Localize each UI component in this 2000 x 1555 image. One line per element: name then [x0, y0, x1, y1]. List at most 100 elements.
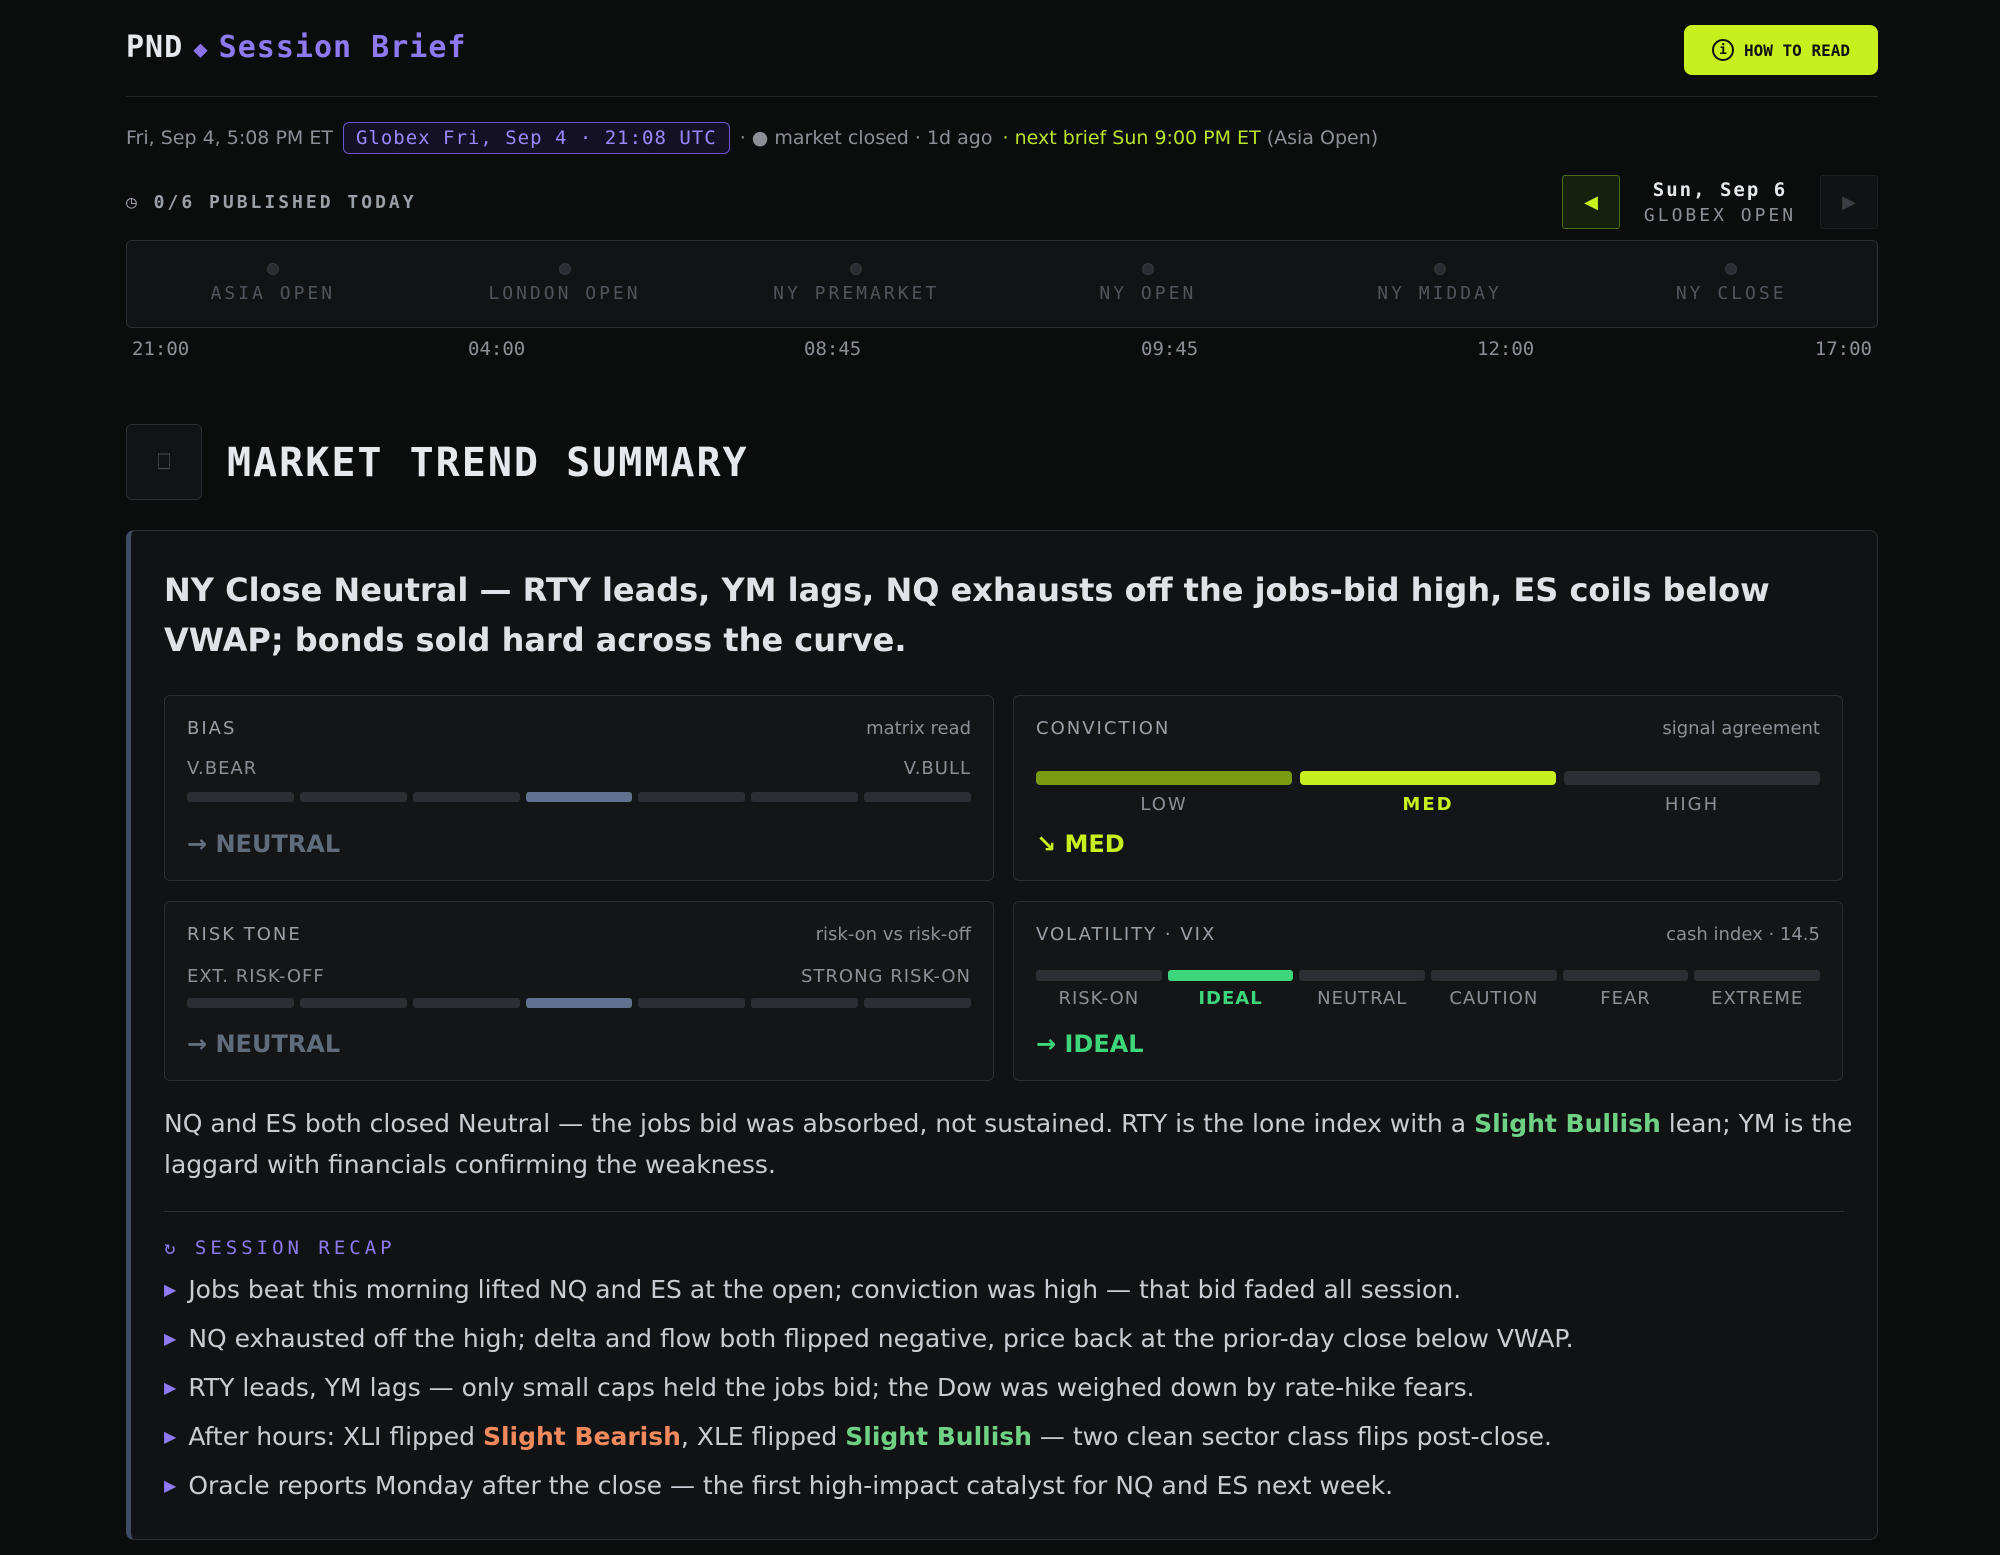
recap-bullet: ▶ Oracle reports Monday after the close —…: [164, 1471, 1394, 1500]
conviction-value: ↘ MED: [1036, 830, 1125, 858]
risk-left-label: EXT. RISK-OFF: [187, 966, 325, 987]
how-to-read-button[interactable]: i HOW TO READ: [1684, 25, 1878, 75]
conviction-scale: [1036, 771, 1820, 785]
session-navigator: ◀ Sun, Sep 6 GLOBEX OPEN ▶: [1562, 175, 1878, 229]
risk-right-label: STRONG RISK-ON: [800, 966, 971, 987]
vix-label: VOLATILITY · VIX: [1036, 924, 1217, 945]
vix-segment: [1694, 970, 1821, 981]
timeline-step[interactable]: NY CLOSE: [1585, 241, 1877, 327]
scale-segment: [751, 792, 859, 802]
arrow-right-icon: →: [1036, 1030, 1057, 1058]
bias-panel: BIAS matrix read V.BEAR V.BULL → NEUTRAL: [164, 695, 994, 881]
status-dot-icon: [1725, 263, 1738, 275]
risk-tone-panel: RISK TONE risk-on vs risk-off EXT. RISK-…: [164, 901, 994, 1081]
nav-current: Sun, Sep 6 GLOBEX OPEN: [1620, 179, 1820, 226]
scale-segment: [299, 792, 407, 802]
status-dot-icon: [558, 263, 571, 275]
conviction-segment-med: [1300, 771, 1556, 785]
section-title: MARKET TREND SUMMARY: [227, 440, 749, 486]
scale-segment: [864, 998, 972, 1008]
vix-level: CAUTION: [1449, 988, 1539, 1009]
recap-bullet: ▶ NQ exhausted off the high; delta and fl…: [164, 1324, 1574, 1353]
conviction-level-active: MED: [1402, 794, 1454, 815]
chevron-right-icon[interactable]: ▶: [1820, 175, 1878, 229]
scale-segment: [187, 792, 294, 802]
bias-value: → NEUTRAL: [187, 830, 341, 858]
timeline-step[interactable]: NY PREMARKET: [710, 241, 1002, 327]
bullet-triangle-icon: ▶: [164, 1280, 177, 1299]
bullish-tag: Slight Bullish: [1474, 1109, 1661, 1138]
vix-segment: [1431, 970, 1557, 981]
vix-level-active: IDEAL: [1198, 988, 1263, 1009]
vix-segment: [1562, 970, 1689, 981]
vix-level: EXTREME: [1711, 988, 1804, 1009]
scale-segment: [299, 998, 407, 1008]
scale-segment: [638, 792, 746, 802]
vix-level: RISK-ON: [1058, 988, 1140, 1009]
published-count: ◷ 0/6 PUBLISHED TODAY: [126, 192, 417, 213]
arrow-right-icon: →: [187, 1030, 208, 1058]
vix-panel: VOLATILITY · VIX cash index · 14.5 RISK-…: [1013, 901, 1843, 1081]
brand: PND ◆ Session Brief: [126, 30, 466, 65]
timeline-time: 04:00: [468, 338, 526, 360]
session-timeline: ASIA OPEN LONDON OPEN NY PREMARKET NY OP…: [126, 240, 1878, 328]
timeline-step[interactable]: ASIA OPEN: [127, 241, 419, 327]
scale-segment: [751, 998, 859, 1008]
timeline-time: 21:00: [132, 338, 190, 360]
nav-session: GLOBEX OPEN: [1643, 204, 1797, 226]
timeline-step[interactable]: LONDON OPEN: [419, 241, 711, 327]
conviction-note: signal agreement: [1662, 718, 1820, 739]
bias-scale: [187, 792, 972, 802]
next-brief-session: (Asia Open): [1266, 127, 1379, 149]
next-brief: · next brief Sun 9:00 PM ET: [1002, 127, 1261, 149]
recap-bullet: ▶ RTY leads, YM lags — only small caps he…: [164, 1373, 1475, 1402]
vix-levels: RISK-ON IDEAL NEUTRAL CAUTION FEAR EXTRE…: [1036, 988, 1820, 1009]
scale-segment-active: [525, 998, 633, 1008]
vix-segment: [1299, 970, 1426, 981]
recap-bullet: ▶ Jobs beat this morning lifted NQ and ES…: [164, 1275, 1462, 1304]
bullet-triangle-icon: ▶: [164, 1378, 177, 1397]
summary-headline: NY Close Neutral — RTY leads, YM lags, N…: [164, 571, 1770, 659]
recap-bullet: ▶ After hours: XLI flipped Slight Bearish…: [164, 1422, 1552, 1451]
vix-value: → IDEAL: [1036, 1030, 1144, 1058]
nav-date: Sun, Sep 6: [1652, 178, 1788, 201]
conviction-segment-low: [1036, 771, 1292, 785]
trend-summary-card: NY Close Neutral — RTY leads, YM lags, N…: [126, 530, 1878, 1540]
timeline-step[interactable]: NY MIDDAY: [1294, 241, 1586, 327]
bullet-triangle-icon: ▶: [164, 1476, 177, 1495]
timeline-step-label: LONDON OPEN: [488, 283, 641, 304]
conviction-level: LOW: [1140, 794, 1188, 815]
section-icon: ⎕: [126, 424, 202, 500]
summary-paragraph: NQ and ES both closed Neutral — the jobs…: [164, 1109, 1853, 1179]
market-status: · ● market closed · 1d ago: [739, 127, 993, 149]
conviction-segment-high: [1564, 771, 1820, 785]
bias-label: BIAS: [187, 718, 237, 739]
scale-segment-active: [525, 792, 633, 802]
vix-level: FEAR: [1600, 988, 1651, 1009]
timeline-step-label: NY MIDDAY: [1377, 283, 1502, 304]
arrow-down-right-icon: ↘: [1036, 830, 1057, 858]
conviction-label: CONVICTION: [1036, 718, 1171, 739]
arrow-right-icon: →: [187, 830, 208, 858]
diamond-icon: ◆: [193, 35, 209, 63]
timeline-step-label: NY PREMARKET: [773, 283, 940, 304]
scale-segment: [412, 792, 520, 802]
timeline-step-label: ASIA OPEN: [210, 283, 336, 304]
timeline-step-label: NY OPEN: [1099, 283, 1197, 304]
status-dot-icon: [266, 263, 279, 275]
vix-note: cash index · 14.5: [1666, 924, 1820, 945]
chevron-left-icon[interactable]: ◀: [1562, 175, 1620, 229]
info-icon: i: [1712, 39, 1735, 61]
local-time: Fri, Sep 4, 5:08 PM ET: [126, 127, 333, 149]
bullish-tag: Slight Bullish: [845, 1422, 1032, 1451]
risk-value: → NEUTRAL: [187, 1030, 341, 1058]
top-bar: PND ◆ Session Brief i HOW TO READ: [126, 0, 1878, 97]
scale-segment: [412, 998, 520, 1008]
timeline-time: 12:00: [1477, 338, 1535, 360]
bias-right-label: V.BULL: [903, 758, 971, 779]
timeline-step[interactable]: NY OPEN: [1002, 241, 1294, 327]
globex-time-pill: Globex Fri, Sep 4 · 21:08 UTC: [342, 122, 730, 154]
risk-scale: [187, 998, 972, 1008]
vix-segment: [1036, 970, 1162, 981]
conviction-levels: LOW MED HIGH: [1036, 794, 1820, 815]
